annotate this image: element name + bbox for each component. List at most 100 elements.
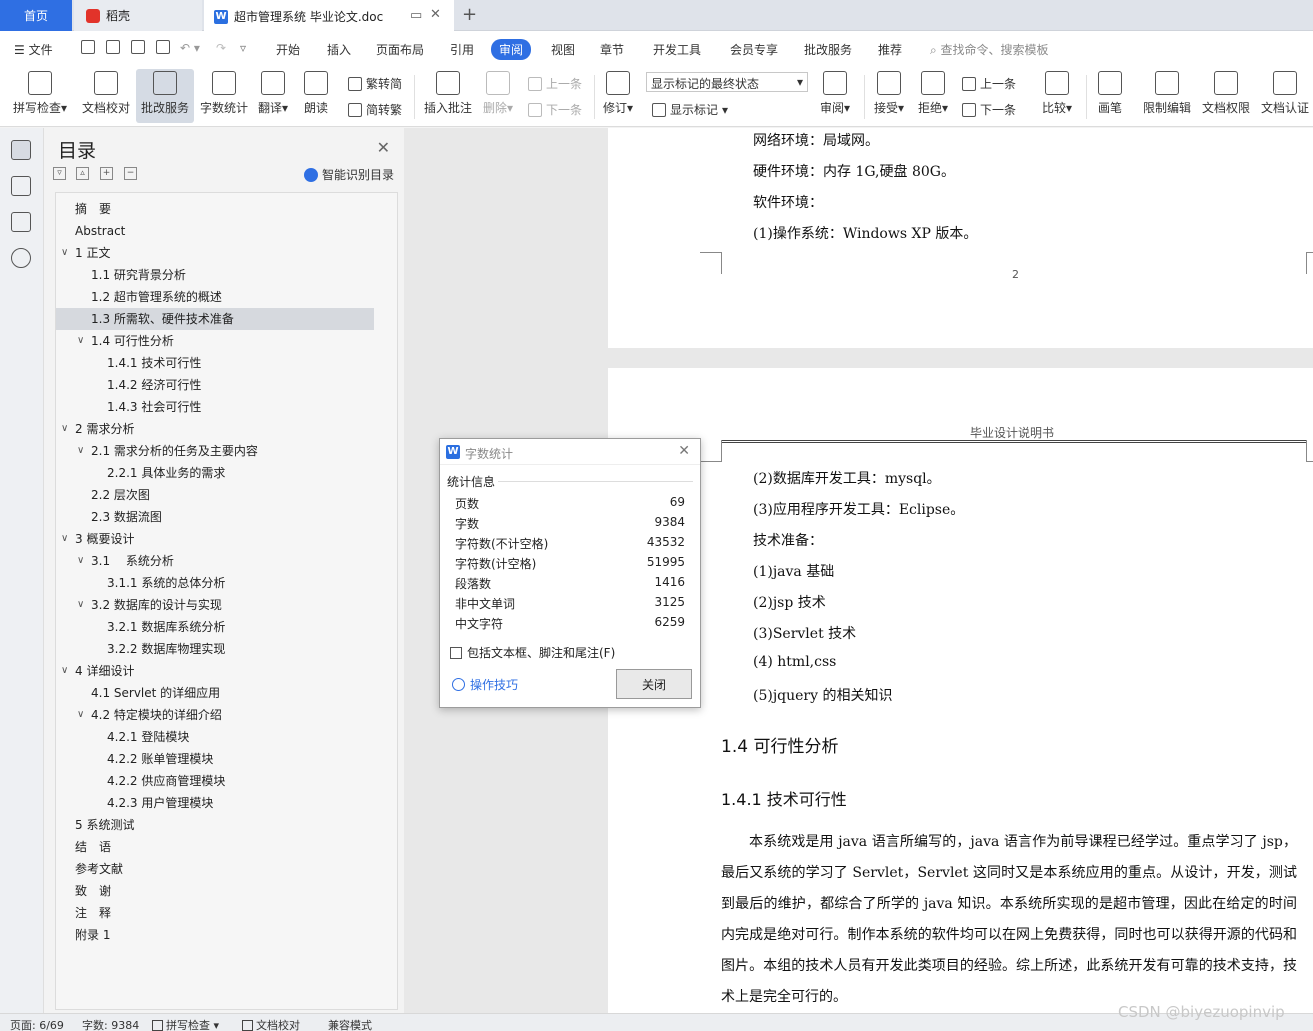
toc-panel-icon[interactable] bbox=[11, 140, 31, 160]
proofread-service-button[interactable]: 批改服务 bbox=[136, 69, 194, 123]
toc-item[interactable]: ∨ 2.1 需求分析的任务及主要内容 bbox=[56, 440, 374, 462]
tab-daoke[interactable]: 稻壳 bbox=[74, 0, 202, 31]
smart-toc-button[interactable]: 智能识别目录 bbox=[303, 166, 394, 183]
file-menu[interactable]: ☰ 文件 bbox=[14, 41, 53, 58]
chevron-down-icon[interactable]: ∨ bbox=[61, 418, 68, 440]
restrict-editing-button[interactable]: 限制编辑 bbox=[1140, 69, 1194, 123]
toc-item[interactable]: ∨ 1.4 可行性分析 bbox=[56, 330, 374, 352]
next-change-button[interactable]: 下一条 bbox=[962, 101, 1016, 118]
compare-button[interactable]: 比较▾ bbox=[1036, 69, 1078, 123]
toc-item[interactable]: 4.2.2 供应商管理模块 bbox=[56, 770, 374, 792]
export-icon[interactable] bbox=[106, 40, 120, 54]
toc-item[interactable]: 1.4.2 经济可行性 bbox=[56, 374, 374, 396]
delete-comment-button[interactable]: 删除▾ bbox=[480, 69, 516, 123]
translate-button[interactable]: 翻译▾ bbox=[256, 69, 290, 123]
close-button[interactable]: 关闭 bbox=[616, 669, 692, 699]
toc-item[interactable]: ∨ 3.1 系统分析 bbox=[56, 550, 374, 572]
toc-item[interactable]: 1.2 超市管理系统的概述 bbox=[56, 286, 374, 308]
track-changes-button[interactable]: 修订▾ bbox=[600, 69, 636, 123]
menu-start[interactable]: 开始 bbox=[276, 41, 300, 58]
tab-close-icon[interactable]: ✕ bbox=[430, 7, 441, 22]
toc-item[interactable]: 1.4.3 社会可行性 bbox=[56, 396, 374, 418]
new-tab-icon[interactable]: + bbox=[462, 4, 477, 25]
show-markup-button[interactable]: 显示标记 ▾ bbox=[652, 101, 728, 118]
review-pane-button[interactable]: 审阅▾ bbox=[816, 69, 854, 123]
chapter-icon[interactable] bbox=[11, 176, 31, 196]
command-search[interactable]: ⌕ 查找命令、搜索模板 bbox=[930, 41, 1049, 58]
chevron-down-icon[interactable]: ∨ bbox=[61, 660, 68, 682]
dialog-titlebar[interactable]: W 字数统计 ✕ bbox=[440, 439, 700, 465]
toc-item[interactable]: Abstract bbox=[56, 220, 374, 242]
quick-access-chevron-icon[interactable]: ▿ bbox=[240, 41, 246, 55]
toc-item[interactable]: 摘 要 bbox=[56, 198, 374, 220]
expand-icon[interactable]: ▵ bbox=[76, 167, 89, 180]
chevron-down-icon[interactable]: ∨ bbox=[77, 704, 84, 726]
toc-item[interactable]: 3.2.1 数据库系统分析 bbox=[56, 616, 374, 638]
toc-item[interactable]: 注 释 bbox=[56, 902, 374, 924]
chevron-down-icon[interactable]: ∨ bbox=[77, 330, 84, 352]
toc-item[interactable]: 2.2 层次图 bbox=[56, 484, 374, 506]
tab-document[interactable]: W 超市管理系统 毕业论文.doc ▭ ✕ bbox=[204, 0, 454, 31]
prev-comment-button[interactable]: 上一条 bbox=[528, 75, 582, 92]
toc-item[interactable]: 4.2.1 登陆模块 bbox=[56, 726, 374, 748]
bookmark-icon[interactable] bbox=[11, 212, 31, 232]
toc-item[interactable]: 1.4.1 技术可行性 bbox=[56, 352, 374, 374]
menu-references[interactable]: 引用 bbox=[450, 41, 474, 58]
toc-item[interactable]: 致 谢 bbox=[56, 880, 374, 902]
spellcheck-button[interactable]: 拼写检查▾ bbox=[10, 69, 70, 123]
toc-item[interactable]: 结 语 bbox=[56, 836, 374, 858]
print-icon[interactable] bbox=[131, 40, 145, 54]
pen-button[interactable]: 画笔 bbox=[1092, 69, 1128, 123]
menu-insert[interactable]: 插入 bbox=[327, 41, 351, 58]
menu-review[interactable]: 审阅 bbox=[491, 39, 532, 60]
toc-item[interactable]: 参考文献 bbox=[56, 858, 374, 880]
read-aloud-button[interactable]: 朗读 bbox=[298, 69, 334, 123]
toc-item[interactable]: ∨ 2 需求分析 bbox=[56, 418, 374, 440]
toc-item[interactable]: 4.1 Servlet 的详细应用 bbox=[56, 682, 374, 704]
toc-item[interactable]: ∨ 3 概要设计 bbox=[56, 528, 374, 550]
remove-level-icon[interactable]: − bbox=[124, 167, 137, 180]
simp-to-trad-button[interactable]: 简转繁 bbox=[348, 101, 402, 118]
monitor-icon[interactable]: ▭ bbox=[410, 8, 422, 23]
status-spellcheck[interactable]: 拼写检查 ▾ bbox=[152, 1017, 219, 1031]
menu-layout[interactable]: 页面布局 bbox=[376, 41, 424, 58]
markup-state-select[interactable]: 显示标记的最终状态 ▾ bbox=[646, 72, 808, 92]
toc-item[interactable]: ∨ 4 详细设计 bbox=[56, 660, 374, 682]
chevron-down-icon[interactable]: ∨ bbox=[61, 528, 68, 550]
add-level-icon[interactable]: + bbox=[100, 167, 113, 180]
status-doccheck[interactable]: 文档校对 bbox=[242, 1017, 300, 1031]
undo-icon[interactable]: ↶ ▾ bbox=[180, 41, 200, 55]
toc-item[interactable]: 附录 1 bbox=[56, 924, 374, 946]
insert-comment-button[interactable]: 插入批注 bbox=[422, 69, 474, 123]
menu-proofread-service[interactable]: 批改服务 bbox=[804, 41, 852, 58]
trad-to-simp-button[interactable]: 繁转简 bbox=[348, 75, 402, 92]
toc-item[interactable]: ∨ 3.2 数据库的设计与实现 bbox=[56, 594, 374, 616]
dialog-close-icon[interactable]: ✕ bbox=[678, 443, 690, 459]
toc-item[interactable]: 5 系统测试 bbox=[56, 814, 374, 836]
doc-check-button[interactable]: 文档校对 bbox=[80, 69, 132, 123]
chevron-down-icon[interactable]: ∨ bbox=[77, 550, 84, 572]
toc-item[interactable]: 1.1 研究背景分析 bbox=[56, 264, 374, 286]
search-icon[interactable] bbox=[11, 248, 31, 268]
toc-close-icon[interactable]: ✕ bbox=[377, 138, 390, 157]
toc-item[interactable]: 4.2.2 账单管理模块 bbox=[56, 748, 374, 770]
toc-item[interactable]: 2.3 数据流图 bbox=[56, 506, 374, 528]
tips-link[interactable]: 操作技巧 bbox=[452, 676, 518, 693]
doc-permission-button[interactable]: 文档权限 bbox=[1199, 69, 1253, 123]
chevron-down-icon[interactable]: ∨ bbox=[61, 242, 68, 264]
chevron-down-icon[interactable]: ∨ bbox=[77, 440, 84, 462]
toc-item[interactable]: ∨ 1 正文 bbox=[56, 242, 374, 264]
toc-item[interactable]: 3.1.1 系统的总体分析 bbox=[56, 572, 374, 594]
status-words[interactable]: 字数: 9384 bbox=[82, 1017, 139, 1031]
status-page[interactable]: 页面: 6/69 bbox=[10, 1017, 64, 1031]
word-count-button[interactable]: 字数统计 bbox=[198, 69, 250, 123]
prev-change-button[interactable]: 上一条 bbox=[962, 75, 1016, 92]
reject-button[interactable]: 拒绝▾ bbox=[914, 69, 952, 123]
toc-item[interactable]: ∨ 4.2 特定模块的详细介绍 bbox=[56, 704, 374, 726]
toc-item[interactable]: 4.2.3 用户管理模块 bbox=[56, 792, 374, 814]
menu-member[interactable]: 会员专享 bbox=[730, 41, 778, 58]
include-textbox-checkbox[interactable]: 包括文本框、脚注和尾注(F) bbox=[450, 644, 615, 661]
collapse-icon[interactable]: ▿ bbox=[53, 167, 66, 180]
menu-devtools[interactable]: 开发工具 bbox=[653, 41, 701, 58]
toc-item[interactable]: 1.3 所需软、硬件技术准备 bbox=[56, 308, 374, 330]
